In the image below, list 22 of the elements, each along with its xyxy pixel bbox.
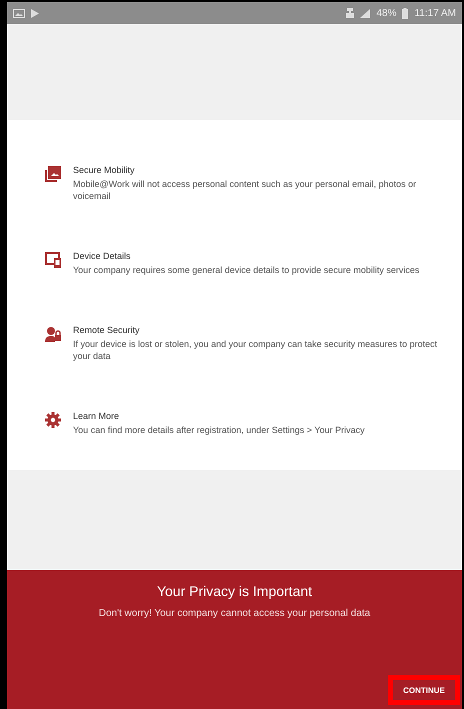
item-description: Mobile@Work will not access personal content such as your personal email, photos or voicemail	[73, 178, 418, 202]
user-lock-icon	[45, 326, 61, 342]
item-title: Remote Security	[73, 324, 141, 334]
signal-icon	[360, 8, 370, 18]
battery-icon	[402, 8, 408, 18]
footer-title: Your Privacy is Important	[156, 583, 312, 599]
footer-message: Don't worry! Your company cannot access your personal data	[98, 608, 370, 619]
devices-icon	[45, 252, 61, 268]
continue-button[interactable]: CONTINUE	[388, 675, 460, 705]
play-icon	[31, 8, 39, 18]
item-description: Your company requires some general device details to provide secure mobility services	[73, 264, 420, 276]
image-icon	[13, 8, 25, 18]
item-title: Learn More	[73, 410, 120, 420]
item-description: You can find more details after registration, under Settings > Your Privacy	[73, 424, 365, 436]
settings-icon	[45, 412, 61, 428]
network-icon	[346, 8, 354, 18]
item-title: Secure Mobility	[73, 164, 136, 174]
item-title: Device Details	[73, 250, 132, 260]
clock-time: 11:17 AM	[414, 8, 456, 18]
photos-icon	[45, 166, 61, 182]
item-description: If your device is lost or stolen, you and your company can take security measures to protect your data	[73, 338, 438, 362]
battery-percent: 48%	[376, 8, 396, 18]
